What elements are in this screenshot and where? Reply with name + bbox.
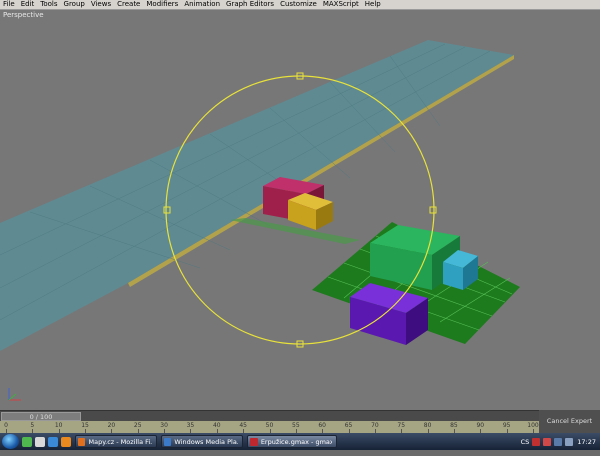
menu-modifiers[interactable]: Modifiers	[143, 0, 181, 9]
timeline-tick-label: 15	[81, 422, 89, 429]
menu-bar: File Edit Tools Group Views Create Modif…	[0, 0, 600, 10]
menu-views[interactable]: Views	[88, 0, 114, 9]
timeline-tick-label: 90	[476, 422, 485, 429]
network-icon[interactable]	[554, 437, 563, 446]
menu-customize[interactable]: Customize	[277, 0, 320, 9]
volume-icon[interactable]	[565, 437, 574, 446]
timeline-tick-label: 20	[107, 422, 116, 429]
quicklaunch-icon[interactable]	[48, 436, 58, 447]
timeline-tick-label: 55	[292, 422, 300, 429]
timeline-tick-label: 40	[212, 422, 221, 429]
taskbar-item-media-player[interactable]: Windows Media Pla...	[161, 435, 243, 448]
taskbar-item-label: Mapy.cz - Mozilla Fi...	[88, 437, 152, 446]
menu-graph-editors[interactable]: Graph Editors	[223, 0, 277, 9]
menu-create[interactable]: Create	[114, 0, 143, 9]
menu-file[interactable]: File	[0, 0, 18, 9]
timeline-tick-label: 35	[186, 422, 195, 429]
timeline-tick-label: 5	[30, 422, 35, 429]
timeline-tick-label: 75	[397, 422, 406, 429]
tray-icon[interactable]	[543, 437, 552, 446]
quicklaunch-icon[interactable]	[35, 436, 45, 447]
timeline-tick-label: 10	[54, 422, 63, 429]
timeline-tick-label: 85	[450, 422, 458, 429]
timeline-tick-label: 65	[344, 422, 353, 429]
menu-animation[interactable]: Animation	[181, 0, 223, 9]
timeline-tick-label: 50	[265, 422, 274, 429]
timeline-tick-label: 25	[133, 422, 142, 429]
clock[interactable]: 17:27	[577, 438, 596, 446]
quicklaunch-icon[interactable]	[22, 436, 32, 447]
timeline-tick-label: 0	[4, 422, 8, 429]
menu-group[interactable]: Group	[61, 0, 88, 9]
yellow-box[interactable]	[288, 193, 333, 230]
taskbar-item-gmax[interactable]: Erpužice.gmax - gmax	[247, 435, 337, 448]
timeline-track[interactable]: 0 5 10 15 20 25 30 35 40 45 50 55 60 65 70 75 80 85 90 95 10…	[0, 421, 539, 433]
cancel-expert-mode-button[interactable]: Cancel Expert Mode	[539, 410, 600, 448]
timeline-tick-label: 30	[160, 422, 168, 429]
taskbar-item-firefox[interactable]: Mapy.cz - Mozilla Fi...	[75, 435, 157, 448]
start-button[interactable]	[2, 434, 19, 449]
menu-edit[interactable]: Edit	[18, 0, 38, 9]
scene-canvas[interactable]	[0, 10, 600, 410]
timeline-tick-label: 60	[318, 422, 327, 429]
viewport-label[interactable]: Perspective	[3, 11, 44, 19]
taskbar-item-label: Erpužice.gmax - gmax	[260, 437, 332, 446]
gizmo-handle-right	[429, 206, 437, 214]
timeline-tick-label: 100	[527, 422, 539, 429]
language-indicator[interactable]: CS	[521, 438, 530, 446]
menu-help[interactable]: Help	[362, 0, 384, 9]
windows-taskbar: Mapy.cz - Mozilla Fi... Windows Media Pl…	[0, 433, 600, 450]
axis-tripod-icon	[8, 388, 21, 401]
system-tray: CS 17:27	[517, 433, 600, 450]
firefox-icon	[78, 437, 86, 446]
menu-maxscript[interactable]: MAXScript	[320, 0, 362, 9]
quicklaunch-icon[interactable]	[61, 436, 71, 447]
menu-tools[interactable]: Tools	[37, 0, 60, 9]
gmax-icon	[250, 437, 258, 446]
taskbar-item-label: Windows Media Pla...	[174, 437, 238, 446]
perspective-viewport[interactable]: Perspective	[0, 10, 600, 410]
timeline-tick-label: 70	[371, 422, 379, 429]
tray-icon[interactable]	[532, 437, 541, 446]
time-slider[interactable]: 0 / 100	[1, 412, 81, 421]
timeline-tick-label: 80	[423, 422, 432, 429]
timeline-tick-label: 45	[239, 422, 247, 429]
timeline-tick-label: 95	[502, 422, 511, 429]
media-player-icon	[164, 437, 172, 446]
